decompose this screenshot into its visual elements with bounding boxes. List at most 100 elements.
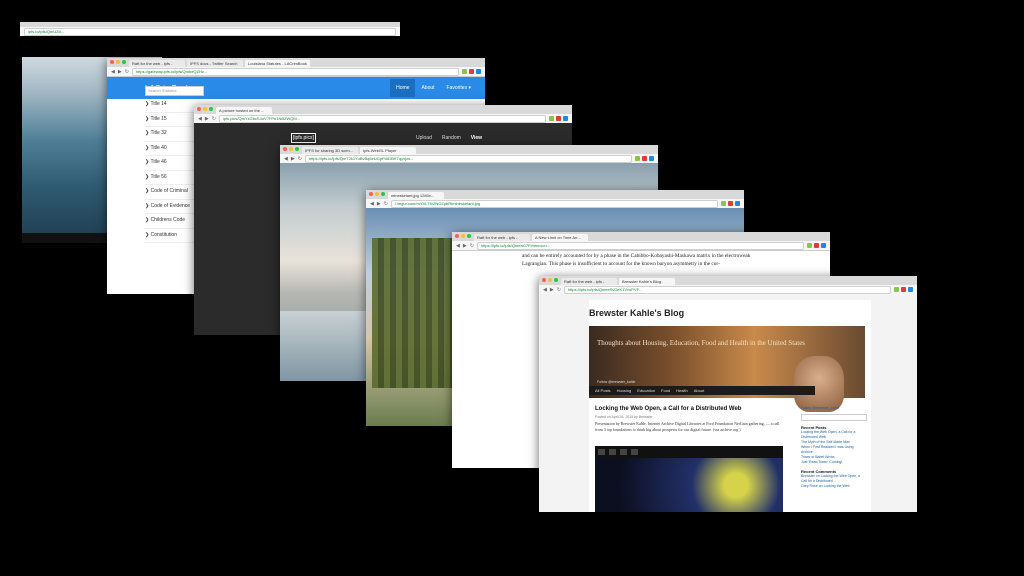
search-input[interactable]: Search Statutes [145,86,204,96]
page-background: Brewster Kahle's Blog Thoughts about Hou… [539,294,917,512]
tab-bar: Raft for the web - ipfs - Brewster Kahle… [539,276,917,285]
tab-active[interactable]: A picture hosted on the ... [216,107,272,114]
back-icon[interactable]: ◀ [543,287,547,293]
nav-favorites[interactable]: Favorites ▾ [441,79,477,97]
extension-icons[interactable] [721,201,740,206]
recent-post-link[interactable]: Just 'Read Tower' Coming! [801,460,867,465]
blog-nav: All Posts Housing Education Food Health … [589,386,815,395]
embedded-video[interactable] [595,446,783,512]
blog-banner: Thoughts about Housing, Education, Food … [589,326,865,412]
browser-window-blog: Raft for the web - ipfs - Brewster Kahle… [539,276,917,512]
nav-health[interactable]: Health [676,388,688,393]
menu-view[interactable]: View [471,135,482,141]
forward-icon[interactable]: ▶ [291,156,295,162]
window-controls[interactable] [110,60,126,64]
post-meta: Posted on April 26, 2015 by Brewster [595,415,653,419]
back-icon[interactable]: ◀ [198,116,202,122]
forward-icon[interactable]: ▶ [118,69,122,75]
nav-about[interactable]: About [694,388,704,393]
url-field[interactable]: https://gateway.ipfs.io/ipfs/QmbeQZHz... [131,67,459,76]
extension-icons[interactable] [549,116,568,121]
url-field[interactable]: https://ipfs.io/ipfs/QmeeSvDeK1VvuPVF... [563,285,891,294]
video-frame [595,458,783,512]
tab-active[interactable]: Brewster Kahle's Blog [619,278,675,285]
url-field[interactable]: i.imgur.com/mYXL75/ZNOZpbRtmineskelarti.… [390,199,718,208]
nav-home[interactable]: Home [390,79,416,97]
url-field[interactable]: https://ipfs.io/ipfs/QmT2k1YuBvBq6eUGpFt… [304,154,632,163]
url-field[interactable]: ipfs.io/ipfs/QmUZd... [24,27,396,36]
tab-active[interactable]: A New Limit on Time Arr... [532,234,588,241]
back-icon[interactable]: ◀ [284,156,288,162]
site-nav: Home About Favorites ▾ [390,79,477,97]
recent-post-link[interactable]: Locking the Web Open, a Call for a Distr… [801,430,867,440]
reload-icon[interactable]: ↻ [212,116,216,122]
tab[interactable]: IPFS for sharing 3D scen... [302,147,358,154]
tab-bar: IPFS for sharing 3D scen... Ipfs-WebGL P… [280,145,658,154]
nav-about[interactable]: About [415,79,440,97]
post-body: Presentation by Brewster Kahle, Internet… [595,421,780,432]
embed-icon[interactable] [609,449,616,455]
flag-icon[interactable] [631,449,638,455]
url-field[interactable]: ipfs.pics/QmYkGbcS4oV7FPo1NBZWQM... [218,114,546,123]
tab[interactable]: IPFS docs - Twitter Search [187,60,243,67]
extension-icons[interactable] [894,287,913,292]
menu-random[interactable]: Random [442,135,461,141]
extension-icons[interactable] [807,243,826,248]
tab[interactable]: Raft for the web - ipfs - [474,234,530,241]
tab-active[interactable]: Louisiana Statutes - LACrimBook [245,60,310,67]
nav-all-posts[interactable]: All Posts [595,388,611,393]
window-controls[interactable] [283,147,299,151]
forward-icon[interactable]: ▶ [463,243,467,249]
reload-icon[interactable]: ↻ [298,156,302,162]
nav-education[interactable]: Education [637,388,655,393]
blog-sheet: Brewster Kahle's Blog Thoughts about Hou… [589,300,871,512]
tab-bar: Raft for the web - ipfs - A New Limit on… [452,232,830,241]
reload-icon[interactable]: ↻ [470,243,474,249]
forward-icon[interactable]: ▶ [205,116,209,122]
document-text: and can be entirely accounted for by a p… [522,253,751,267]
url-field[interactable]: https://ipfs.io/ipfs/QmeaG7Fthmmxcu... [476,241,804,250]
save-icon[interactable] [598,449,605,455]
reload-icon[interactable]: ↻ [125,69,129,75]
window-controls[interactable] [197,107,213,111]
back-icon[interactable]: ◀ [456,243,460,249]
tab-bar [20,22,400,27]
blog-title[interactable]: Brewster Kahle's Blog [589,308,684,318]
window-controls[interactable] [542,278,558,282]
blog-tagline: Thoughts about Housing, Education, Food … [597,339,806,347]
sidebar-follow[interactable]: Follow @brewster_kahle [801,406,867,411]
menu-upload[interactable]: Upload [416,135,432,141]
site-menu: Upload Random View [416,135,482,141]
back-icon[interactable]: ◀ [111,69,115,75]
window-controls[interactable] [455,234,471,238]
window-controls[interactable] [369,192,385,196]
tab[interactable]: Raft for the web - ipfs - [129,60,185,67]
site-logo[interactable]: [ipfs.pics] [291,133,316,143]
tab[interactable]: Raft for the web - ipfs - [561,278,617,285]
blog-sidebar: Follow @brewster_kahle Recent Posts Lock… [801,406,867,489]
sidebar-search-input[interactable] [801,414,867,421]
recent-comment-link[interactable]: Brewster on Locking the Web Open, a Call… [801,474,867,484]
extension-icons[interactable] [635,156,654,161]
follow-text[interactable]: Follow @brewster_kahle [597,380,635,384]
reload-icon[interactable]: ↻ [557,287,561,293]
extension-icons[interactable] [462,69,481,74]
recent-comment-link[interactable]: Gary Rose on Locking the Web [801,484,867,489]
nav-housing[interactable]: Housing [617,388,632,393]
reload-icon[interactable]: ↻ [384,201,388,207]
tab-bar: A picture hosted on the ... [194,105,572,114]
recent-post-link[interactable]: When I First Realized I was Using Archiv… [801,445,867,455]
tab-active[interactable]: mineskelarti.jpg 1280x... [388,192,444,199]
image-detail [372,238,452,388]
forward-icon[interactable]: ▶ [550,287,554,293]
tab-active[interactable]: Ipfs-WebGL Player [360,147,416,154]
forward-icon[interactable]: ▶ [377,201,381,207]
nav-food[interactable]: Food [661,388,670,393]
share-icon[interactable] [620,449,627,455]
video-toolbar [598,449,638,455]
tab-bar: Raft for the web - ipfs - IPFS docs - Tw… [107,58,485,67]
browser-window-top: ipfs.io/ipfs/QmUZd... [20,22,400,36]
back-icon[interactable]: ◀ [370,201,374,207]
post-title[interactable]: Locking the Web Open, a Call for a Distr… [595,406,741,412]
address-bar: ◀ ▶ ↻ https://ipfs.io/ipfs/QmeaG7Fthmmxc… [452,241,830,251]
